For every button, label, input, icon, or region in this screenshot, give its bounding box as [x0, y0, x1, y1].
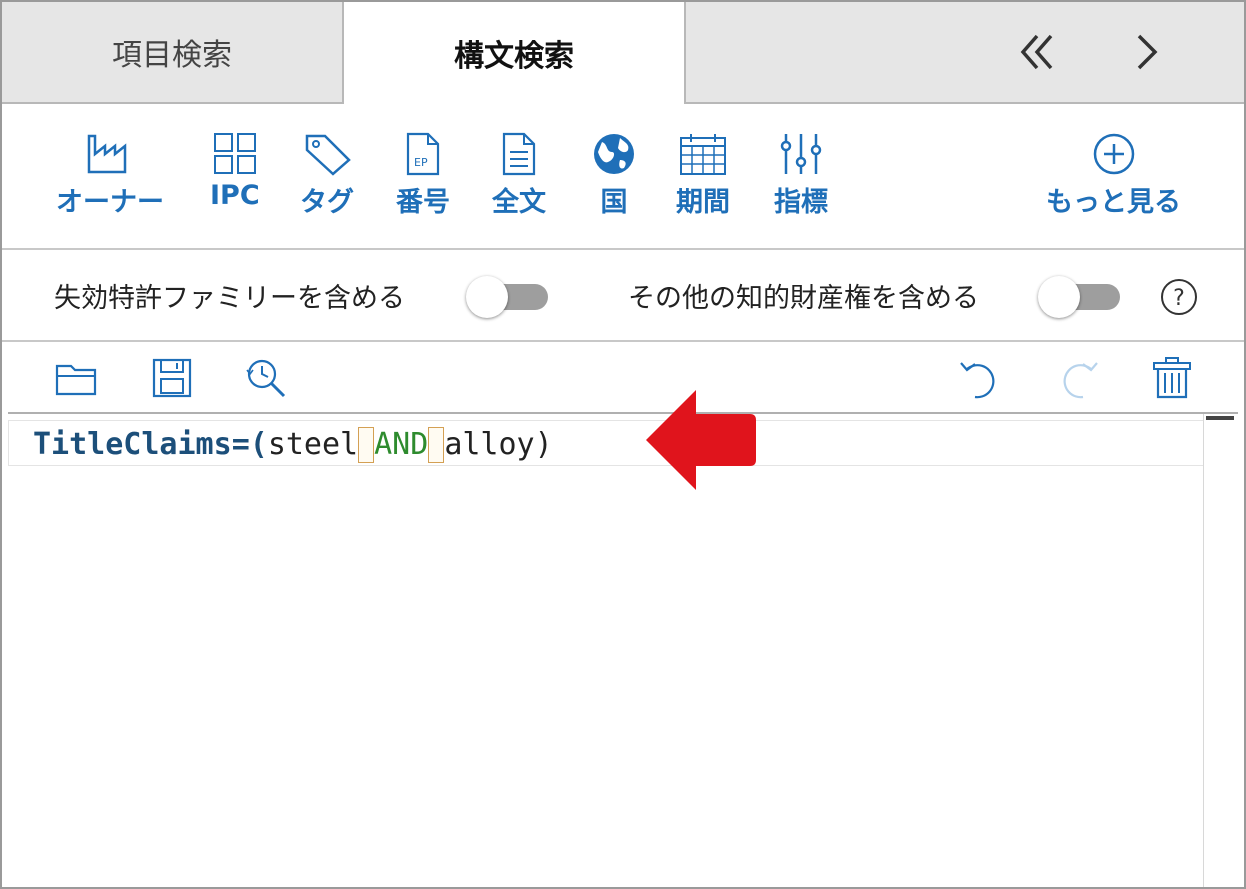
space-marker — [358, 427, 375, 463]
query-term-1: steel — [267, 427, 359, 462]
fulltext-button[interactable]: 全文 — [492, 132, 546, 219]
red-arrow-icon — [646, 390, 756, 490]
ipc-button[interactable]: IPC — [210, 132, 260, 211]
history-search-icon[interactable] — [242, 354, 290, 402]
fulltext-label: 全文 — [492, 187, 546, 218]
more-label: もっと見る — [1046, 187, 1181, 218]
field-toolbar: オーナー IPC タグ EP 番号 全文 国 期間 指標 もっと見る — [2, 104, 1244, 250]
search-panel: 項目検索 構文検索 オーナー IPC タグ EP 番号 全文 国 期間 指標 も… — [0, 0, 1246, 889]
grid-icon — [213, 133, 256, 174]
tab-bar: 項目検索 構文検索 — [2, 2, 1244, 104]
indicator-label: 指標 — [774, 187, 828, 218]
owner-button[interactable]: オーナー — [56, 132, 164, 219]
tag-icon — [305, 134, 351, 176]
indicator-button[interactable]: 指標 — [774, 132, 828, 219]
query-term-2: alloy — [444, 427, 535, 462]
ep-document-icon: EP — [406, 132, 440, 176]
query-field: TitleClaims — [33, 427, 232, 462]
other-ip-label: その他の知的財産権を含める — [628, 283, 979, 314]
query-editor[interactable]: TitleClaims=(steel AND alloy) — [8, 412, 1238, 887]
lapsed-family-toggle[interactable] — [466, 274, 550, 318]
document-icon — [502, 132, 536, 176]
editor-toolbar — [2, 342, 1244, 412]
redo-icon[interactable] — [1054, 354, 1102, 402]
tag-label: タグ — [300, 187, 354, 218]
save-icon[interactable] — [148, 354, 196, 402]
trash-icon[interactable] — [1148, 354, 1196, 402]
lapsed-family-label: 失効特許ファミリーを含める — [54, 283, 405, 314]
scrollbar[interactable] — [1203, 414, 1238, 887]
query-operator: AND — [374, 427, 429, 462]
query-line[interactable]: TitleClaims=(steel AND alloy) — [8, 420, 1204, 466]
svg-text:EP: EP — [414, 156, 428, 169]
tab-field-search[interactable]: 項目検索 — [2, 2, 344, 102]
number-button[interactable]: EP 番号 — [396, 132, 450, 219]
period-button[interactable]: 期間 — [676, 132, 730, 219]
plus-circle-icon — [1093, 133, 1134, 175]
options-row: 失効特許ファミリーを含める その他の知的財産権を含める — [2, 250, 1244, 342]
query-text: TitleClaims=(steel AND alloy) — [33, 427, 553, 463]
period-label: 期間 — [676, 187, 730, 218]
globe-icon — [594, 134, 634, 174]
country-button[interactable]: 国 — [590, 132, 638, 219]
factory-icon — [87, 134, 127, 174]
scrollbar-thumb[interactable] — [1206, 416, 1234, 420]
tag-button[interactable]: タグ — [300, 132, 354, 219]
number-label: 番号 — [396, 187, 450, 218]
help-icon: ? — [1173, 286, 1185, 311]
query-equals: =( — [231, 427, 268, 462]
more-button[interactable]: もっと見る — [1046, 132, 1181, 219]
ipc-label: IPC — [210, 180, 260, 211]
other-ip-toggle[interactable] — [1038, 274, 1122, 318]
chevron-right-icon[interactable] — [1117, 22, 1177, 82]
double-chevron-left-icon[interactable] — [1007, 22, 1067, 82]
sliders-icon — [780, 134, 822, 174]
owner-label: オーナー — [56, 187, 164, 218]
tab-syntax-search[interactable]: 構文検索 — [344, 2, 686, 104]
calendar-icon — [680, 134, 726, 175]
help-button[interactable]: ? — [1160, 278, 1198, 316]
country-label: 国 — [600, 187, 628, 218]
space-marker — [428, 427, 445, 463]
folder-open-icon[interactable] — [54, 354, 102, 402]
query-close: ) — [534, 427, 553, 462]
undo-icon[interactable] — [956, 354, 1004, 402]
